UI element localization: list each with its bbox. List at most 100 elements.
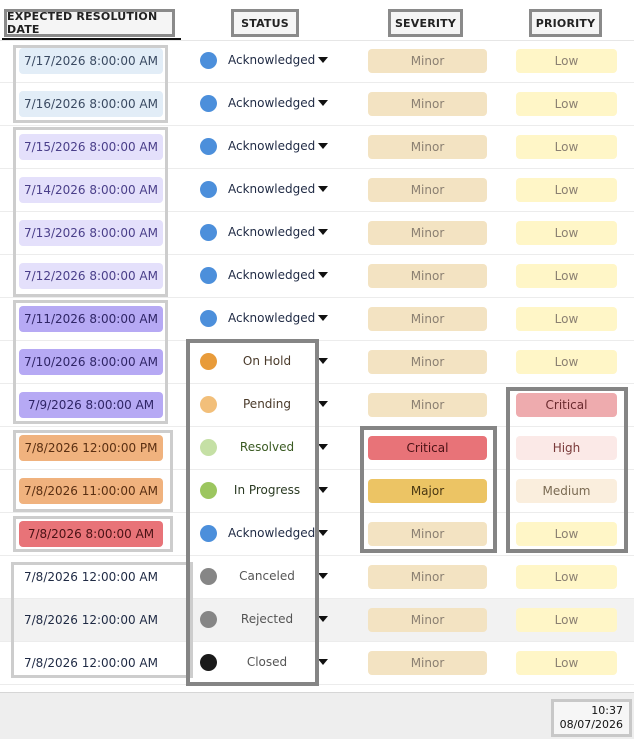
status-text: Closed <box>246 655 288 669</box>
priority-badge: Medium <box>516 479 617 503</box>
status-dropdown-caret-icon[interactable] <box>318 487 328 493</box>
status-dot-icon <box>200 611 217 628</box>
severity-badge: Critical <box>368 436 487 460</box>
severity-badge: Minor <box>368 307 487 331</box>
table-row[interactable]: 7/14/2026 8:00:00 AM Acknowledged Minor … <box>0 169 634 212</box>
severity-badge: Minor <box>368 264 487 288</box>
status-dropdown-caret-icon[interactable] <box>318 186 328 192</box>
priority-badge: Critical <box>516 393 617 417</box>
expected-resolution-date-cell: 7/8/2026 12:00:00 AM <box>24 656 158 670</box>
severity-badge: Major <box>368 479 487 503</box>
expected-resolution-date-cell: 7/15/2026 8:00:00 AM <box>19 134 163 160</box>
severity-badge: Minor <box>368 522 487 546</box>
status-dropdown-caret-icon[interactable] <box>318 57 328 63</box>
priority-badge: Low <box>516 92 617 116</box>
status-dot-icon <box>200 482 217 499</box>
column-header-expected-resolution-date[interactable]: EXPECTED RESOLUTION DATE <box>4 9 175 37</box>
status-text: Acknowledged <box>228 311 316 325</box>
status-text: Rejected <box>240 612 294 626</box>
status-dot-icon <box>200 396 217 413</box>
status-dot-icon <box>200 353 217 370</box>
status-dot-icon <box>200 181 217 198</box>
status-dropdown-caret-icon[interactable] <box>318 272 328 278</box>
status-dropdown-caret-icon[interactable] <box>318 573 328 579</box>
status-dropdown-caret-icon[interactable] <box>318 444 328 450</box>
table-row[interactable]: 7/11/2026 8:00:00 AM Acknowledged Minor … <box>0 298 634 341</box>
expected-resolution-date-cell: 7/8/2026 8:00:00 AM <box>19 521 163 547</box>
expected-resolution-date-cell: 7/11/2026 8:00:00 AM <box>19 306 163 332</box>
status-dot-icon <box>200 654 217 671</box>
column-header-status[interactable]: STATUS <box>231 9 299 37</box>
status-dropdown-caret-icon[interactable] <box>318 530 328 536</box>
status-dot-icon <box>200 525 217 542</box>
priority-badge: Low <box>516 651 617 675</box>
status-text: Acknowledged <box>228 53 316 67</box>
status-dropdown-caret-icon[interactable] <box>318 143 328 149</box>
system-clock[interactable]: 10:37 08/07/2026 <box>551 699 632 737</box>
table-row[interactable]: 7/9/2026 8:00:00 AM Pending Minor Critic… <box>0 384 634 427</box>
status-dropdown-caret-icon[interactable] <box>318 100 328 106</box>
table-row[interactable]: 7/10/2026 8:00:00 AM On Hold Minor Low <box>0 341 634 384</box>
severity-badge: Minor <box>368 92 487 116</box>
status-dropdown-caret-icon[interactable] <box>318 616 328 622</box>
expected-resolution-date-cell: 7/16/2026 8:00:00 AM <box>19 91 163 117</box>
table-row[interactable]: 7/15/2026 8:00:00 AM Acknowledged Minor … <box>0 126 634 169</box>
severity-badge: Minor <box>368 221 487 245</box>
table-row[interactable]: 7/8/2026 12:00:00 PM Resolved Critical H… <box>0 427 634 470</box>
table-row[interactable]: 7/8/2026 8:00:00 AM Acknowledged Minor L… <box>0 513 634 556</box>
status-text: Canceled <box>239 569 295 583</box>
priority-badge: High <box>516 436 617 460</box>
expected-resolution-date-cell: 7/10/2026 8:00:00 AM <box>19 349 163 375</box>
table-row[interactable]: 7/13/2026 8:00:00 AM Acknowledged Minor … <box>0 212 634 255</box>
severity-badge: Minor <box>368 135 487 159</box>
severity-badge: Minor <box>368 608 487 632</box>
status-text: Acknowledged <box>228 225 316 239</box>
expected-resolution-date-cell: 7/8/2026 12:00:00 AM <box>24 570 158 584</box>
expected-resolution-date-cell: 7/14/2026 8:00:00 AM <box>19 177 163 203</box>
status-dot-icon <box>200 138 217 155</box>
clock-time: 10:37 <box>591 704 623 717</box>
table-row[interactable]: 7/17/2026 8:00:00 AM Acknowledged Minor … <box>0 40 634 83</box>
table-row[interactable]: 7/8/2026 12:00:00 AM Closed Minor Low <box>0 642 634 685</box>
status-dropdown-caret-icon[interactable] <box>318 659 328 665</box>
status-dropdown-caret-icon[interactable] <box>318 229 328 235</box>
status-text: Acknowledged <box>228 182 316 196</box>
table-row[interactable]: 7/8/2026 12:00:00 AM Rejected Minor Low <box>0 599 634 642</box>
status-dot-icon <box>200 310 217 327</box>
expected-resolution-date-cell: 7/8/2026 12:00:00 AM <box>24 613 158 627</box>
priority-badge: Low <box>516 264 617 288</box>
status-dot-icon <box>200 52 217 69</box>
expected-resolution-date-cell: 7/12/2026 8:00:00 AM <box>19 263 163 289</box>
status-text: On Hold <box>242 354 292 368</box>
severity-badge: Minor <box>368 49 487 73</box>
status-text: Acknowledged <box>228 96 316 110</box>
clock-date: 08/07/2026 <box>559 718 623 731</box>
priority-badge: Low <box>516 178 617 202</box>
status-text: Acknowledged <box>228 268 316 282</box>
priority-badge: Low <box>516 350 617 374</box>
table-row[interactable]: 7/12/2026 8:00:00 AM Acknowledged Minor … <box>0 255 634 298</box>
severity-badge: Minor <box>368 350 487 374</box>
column-header-severity[interactable]: SEVERITY <box>388 9 463 37</box>
status-dropdown-caret-icon[interactable] <box>318 315 328 321</box>
status-dot-icon <box>200 267 217 284</box>
column-header-priority[interactable]: PRIORITY <box>529 9 602 37</box>
expected-resolution-date-cell: 7/17/2026 8:00:00 AM <box>19 48 163 74</box>
priority-badge: Low <box>516 522 617 546</box>
status-dropdown-caret-icon[interactable] <box>318 401 328 407</box>
severity-badge: Minor <box>368 651 487 675</box>
table-row[interactable]: 7/16/2026 8:00:00 AM Acknowledged Minor … <box>0 83 634 126</box>
status-dropdown-caret-icon[interactable] <box>318 358 328 364</box>
priority-badge: Low <box>516 565 617 589</box>
severity-badge: Minor <box>368 393 487 417</box>
status-dot-icon <box>200 568 217 585</box>
table-row[interactable]: 7/8/2026 12:00:00 AM Canceled Minor Low <box>0 556 634 599</box>
severity-badge: Minor <box>368 565 487 589</box>
table-row[interactable]: 7/8/2026 11:00:00 AM In Progress Major M… <box>0 470 634 513</box>
expected-resolution-date-cell: 7/8/2026 11:00:00 AM <box>19 478 163 504</box>
status-dot-icon <box>200 439 217 456</box>
status-text: Acknowledged <box>228 139 316 153</box>
status-text: Resolved <box>239 440 295 454</box>
priority-badge: Low <box>516 135 617 159</box>
expected-resolution-date-cell: 7/8/2026 12:00:00 PM <box>19 435 163 461</box>
